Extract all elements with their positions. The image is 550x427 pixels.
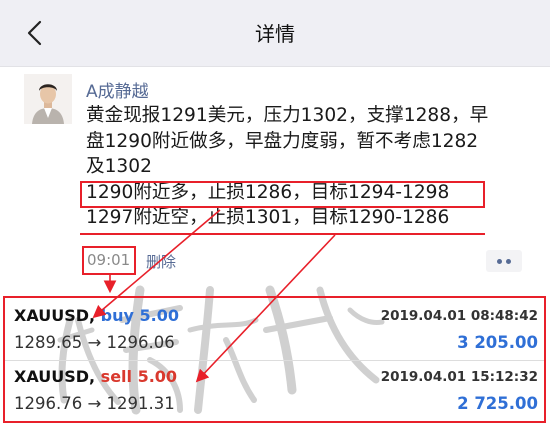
highlight-box-long xyxy=(80,181,485,208)
author-name[interactable]: A成静越 xyxy=(86,77,149,102)
more-dots-icon[interactable] xyxy=(486,250,522,272)
trade-symbol: XAUUSD, xyxy=(14,367,96,386)
post-line: 盘1290附近做多，早盘力度弱，暂不考虑1282 xyxy=(86,130,479,152)
highlight-underline-short xyxy=(80,233,485,235)
trade-prices: 1289.65 → 1296.06 xyxy=(14,333,175,352)
trade-direction-buy: buy 5.00 xyxy=(100,306,179,325)
post-text: 黄金现报1291美元，压力1302，支撑1288，早 盘1290附近做多，早盘力… xyxy=(86,103,536,231)
trade-prices: 1296.76 → 1291.31 xyxy=(14,394,175,413)
trade-profit: 2 725.00 xyxy=(457,394,538,413)
post-line: 及1302 xyxy=(86,156,152,177)
nav-bar: 详情 xyxy=(0,0,550,67)
trade-header: XAUUSD, buy 5.00 xyxy=(14,306,179,325)
trade-divider xyxy=(5,360,544,361)
post-line: 黄金现报1291美元，压力1302，支撑1288，早 xyxy=(86,105,489,126)
post-line: 1297附近空，止损1301，目标1290-1286 xyxy=(86,207,450,228)
trade-date: 2019.04.01 15:12:32 xyxy=(380,369,538,385)
trade-header: XAUUSD, sell 5.00 xyxy=(14,367,177,386)
trade-symbol: XAUUSD, xyxy=(14,306,96,325)
page-title: 详情 xyxy=(255,22,295,46)
trade-direction-sell: sell 5.00 xyxy=(100,367,178,386)
trade-date: 2019.04.01 08:48:42 xyxy=(380,308,538,324)
trade-profit: 3 205.00 xyxy=(457,333,538,352)
avatar[interactable] xyxy=(24,74,72,124)
